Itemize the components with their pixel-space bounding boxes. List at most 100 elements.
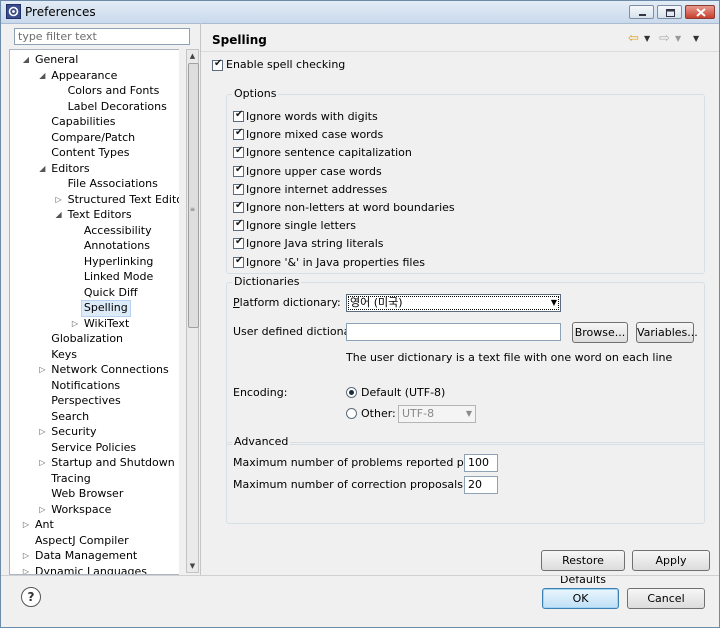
option-checkbox[interactable]: ✔: [233, 163, 244, 177]
user-dictionary-hint: The user dictionary is a text file with …: [346, 351, 673, 364]
max-proposals-input[interactable]: 20: [464, 476, 498, 494]
encoding-default-radio[interactable]: [346, 387, 357, 398]
tree-item[interactable]: Tracing: [51, 471, 90, 486]
option-checkbox[interactable]: ✔: [233, 218, 244, 232]
expanded-arrow-icon[interactable]: ◢: [37, 71, 47, 81]
encoding-other-select[interactable]: UTF-8 ▼: [398, 405, 476, 423]
back-arrow-icon[interactable]: ⇦: [628, 31, 639, 47]
collapsed-arrow-icon[interactable]: ▷: [70, 319, 80, 329]
tree-item[interactable]: Content Types: [51, 145, 129, 160]
tree-item[interactable]: Search: [51, 409, 89, 424]
checkmark-icon: ✔: [235, 163, 244, 175]
option-checkbox[interactable]: ✔: [233, 127, 244, 141]
tree-item[interactable]: Text Editors: [68, 207, 132, 222]
option-checkbox[interactable]: ✔: [233, 145, 244, 159]
user-dictionary-input[interactable]: [346, 323, 561, 341]
max-problems-input[interactable]: 100: [464, 454, 498, 472]
forward-arrow-icon[interactable]: ⇨: [659, 31, 670, 47]
collapsed-arrow-icon[interactable]: ▷: [21, 520, 31, 530]
checkmark-icon: ✔: [235, 218, 244, 230]
checkmark-icon: ✔: [235, 254, 244, 266]
option-label: Ignore mixed case words: [246, 128, 384, 142]
scroll-thumb[interactable]: [188, 63, 199, 328]
option-checkbox[interactable]: ✔: [233, 254, 244, 268]
tree-item[interactable]: General: [35, 52, 78, 67]
scroll-up-icon[interactable]: ▲: [187, 50, 198, 62]
collapsed-arrow-icon[interactable]: ▷: [37, 505, 47, 515]
tree-item[interactable]: File Associations: [68, 176, 158, 191]
apply-button[interactable]: Apply: [632, 550, 710, 571]
collapsed-arrow-icon[interactable]: ▷: [37, 427, 47, 437]
tree-item[interactable]: Structured Text Editors: [68, 192, 179, 207]
collapsed-arrow-icon[interactable]: ▷: [54, 195, 64, 205]
platform-dictionary-value: 영어 (미국): [350, 296, 403, 309]
tree-item[interactable]: Startup and Shutdown: [51, 455, 174, 470]
collapsed-arrow-icon[interactable]: ▷: [37, 365, 47, 375]
max-problems-label: Maximum number of problems reported per …: [233, 456, 500, 469]
encoding-other-radio[interactable]: [346, 408, 357, 419]
tree-item[interactable]: Accessibility: [84, 223, 152, 238]
filter-input[interactable]: type filter text: [14, 28, 190, 45]
browse-button[interactable]: Browse...: [572, 322, 628, 343]
page-header: Spelling ⇦ ▼ ⇨ ▼ ▼: [201, 23, 719, 52]
options-group-title: Options: [232, 87, 279, 101]
tree-item[interactable]: Globalization: [51, 331, 123, 346]
tree-item[interactable]: AspectJ Compiler: [35, 533, 129, 548]
enable-spell-checking-checkbox[interactable]: ✔: [212, 58, 223, 71]
close-window-button[interactable]: [685, 5, 715, 19]
tree-item[interactable]: WikiText: [84, 316, 129, 331]
minimize-button[interactable]: [629, 5, 654, 19]
forward-dropdown-icon[interactable]: ▼: [675, 31, 681, 47]
tree-item[interactable]: Web Browser: [51, 486, 123, 501]
tree-item[interactable]: Label Decorations: [68, 99, 167, 114]
tree-item[interactable]: Hyperlinking: [84, 254, 154, 269]
tree-item[interactable]: Dynamic Languages: [35, 564, 147, 575]
tree-item[interactable]: Service Policies: [51, 440, 136, 455]
tree-item[interactable]: Ant: [35, 517, 54, 532]
tree-item[interactable]: Linked Mode: [84, 269, 153, 284]
expanded-arrow-icon[interactable]: ◢: [54, 210, 64, 220]
tree-item[interactable]: Security: [51, 424, 96, 439]
collapsed-arrow-icon[interactable]: ▷: [21, 567, 31, 575]
platform-dictionary-select[interactable]: 영어 (미국) ▼: [346, 294, 561, 312]
option-checkbox[interactable]: ✔: [233, 200, 244, 213]
collapsed-arrow-icon[interactable]: ▷: [21, 551, 31, 561]
tree-item[interactable]: Workspace: [51, 502, 111, 517]
tree-item[interactable]: Keys: [51, 347, 77, 362]
tree-item[interactable]: Editors: [51, 161, 89, 176]
restore-defaults-button[interactable]: Restore Defaults: [541, 550, 625, 586]
option-checkbox[interactable]: ✔: [233, 182, 244, 195]
help-icon[interactable]: ?: [21, 587, 41, 607]
tree-item[interactable]: Compare/Patch: [51, 130, 135, 145]
back-dropdown-icon[interactable]: ▼: [644, 31, 650, 47]
expanded-arrow-icon[interactable]: ◢: [21, 55, 31, 65]
tree-item[interactable]: Annotations: [84, 238, 150, 253]
option-label: Ignore internet addresses: [246, 182, 388, 196]
maximize-button[interactable]: [657, 5, 682, 19]
view-menu-icon[interactable]: ▼: [693, 31, 699, 47]
platform-dictionary-label: Platform dictionary:: [233, 296, 341, 309]
option-checkbox[interactable]: ✔: [233, 236, 244, 250]
title-bar[interactable]: Preferences: [1, 1, 719, 24]
tree-item[interactable]: Quick Diff: [84, 285, 138, 300]
tree-item[interactable]: Capabilities: [51, 114, 115, 129]
platform-dictionary-label-rest: latform dictionary:: [239, 296, 341, 309]
scroll-down-icon[interactable]: ▼: [187, 560, 198, 572]
tree-item[interactable]: Appearance: [51, 68, 117, 83]
tree-item[interactable]: Colors and Fonts: [68, 83, 160, 98]
tree-item[interactable]: Spelling: [80, 300, 131, 317]
tree-item[interactable]: Notifications: [51, 378, 120, 393]
option-label: Ignore words with digits: [246, 110, 378, 123]
option-checkbox[interactable]: ✔: [233, 109, 244, 122]
ok-button[interactable]: OK: [542, 588, 619, 609]
variables-button[interactable]: Variables...: [636, 322, 698, 343]
tree-scrollbar[interactable]: ▲ ≡ ▼: [186, 49, 199, 573]
expanded-arrow-icon[interactable]: ◢: [37, 164, 47, 174]
cancel-button[interactable]: Cancel: [627, 588, 705, 609]
checkmark-icon: ✔: [235, 236, 244, 248]
tree-item[interactable]: Perspectives: [51, 393, 120, 408]
checkmark-icon: ✔: [235, 127, 244, 139]
tree-item[interactable]: Data Management: [35, 548, 137, 563]
collapsed-arrow-icon[interactable]: ▷: [37, 458, 47, 468]
tree-item[interactable]: Network Connections: [51, 362, 168, 377]
